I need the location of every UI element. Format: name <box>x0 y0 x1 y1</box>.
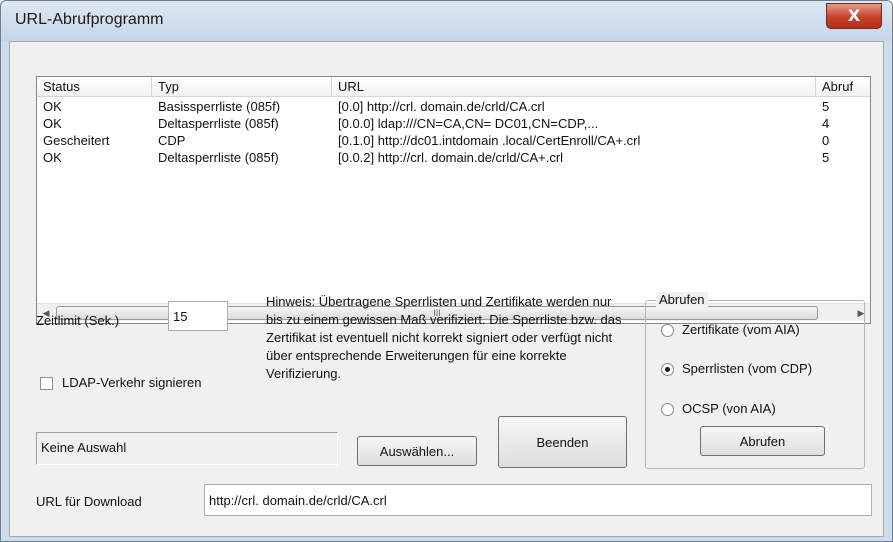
column-header-type[interactable]: Typ <box>152 77 332 97</box>
row-status: OK <box>43 150 62 165</box>
row-type: Deltasperrliste (085f) <box>158 116 279 131</box>
table-row[interactable]: OK Basissperrliste (085f) [0.0] http://c… <box>37 98 870 115</box>
radio-ocsp-aia[interactable] <box>661 403 674 416</box>
table-row[interactable]: OK Deltasperrliste (085f) [0.0.2] http:/… <box>37 149 870 166</box>
row-status: Gescheitert <box>43 133 110 148</box>
radio-crl-cdp[interactable] <box>661 363 674 376</box>
url-list[interactable]: Status Typ URL Abruf OK Basissperrliste … <box>36 76 871 324</box>
radio-certificates-aia-label[interactable]: Zertifikate (vom AIA) <box>682 322 800 337</box>
title-bar[interactable]: URL-Abrufprogramm X <box>1 1 892 41</box>
row-type: Deltasperrliste (085f) <box>158 150 279 165</box>
fetch-button[interactable]: Abrufen <box>700 426 825 456</box>
download-url-label: URL für Download <box>36 494 142 509</box>
timeout-label: Zeitlimit (Sek.) <box>36 313 120 328</box>
column-header-fetch[interactable]: Abruf <box>816 77 870 97</box>
radio-certificates-aia[interactable] <box>661 324 674 337</box>
select-button[interactable]: Auswählen... <box>357 436 477 466</box>
fetch-group-title: Abrufen <box>656 292 708 307</box>
selection-status-field: Keine Auswahl <box>36 432 338 465</box>
column-header-status[interactable]: Status <box>37 77 152 97</box>
quit-button[interactable]: Beenden <box>498 416 627 468</box>
selection-status-text: Keine Auswahl <box>41 440 127 455</box>
dialog-window: URL-Abrufprogramm X Status Typ URL Abruf… <box>0 0 893 542</box>
radio-crl-cdp-label[interactable]: Sperrlisten (vom CDP) <box>682 361 812 376</box>
hint-text: Hinweis: Übertragene Sperrlisten und Zer… <box>266 294 622 381</box>
column-header-url[interactable]: URL <box>332 77 816 97</box>
ldap-sign-label[interactable]: LDAP-Verkehr signieren <box>62 375 201 390</box>
timeout-input[interactable] <box>168 301 228 331</box>
radio-selected-indicator <box>665 367 670 372</box>
table-row[interactable]: OK Deltasperrliste (085f) [0.0.0] ldap:/… <box>37 115 870 132</box>
row-url: [0.0.0] ldap:///CN=CA,CN= DC01,CN=CDP,..… <box>338 116 599 131</box>
dialog-client-area: Status Typ URL Abruf OK Basissperrliste … <box>9 41 884 537</box>
row-fetch-count: 0 <box>822 133 830 148</box>
row-fetch-count: 4 <box>822 116 830 131</box>
row-type: CDP <box>158 133 186 148</box>
list-header: Status Typ URL Abruf <box>37 77 870 97</box>
row-status: OK <box>43 99 62 114</box>
download-url-input[interactable] <box>204 484 872 516</box>
row-fetch-count: 5 <box>822 99 830 114</box>
table-row[interactable]: Gescheitert CDP [0.1.0] http://dc01.intd… <box>37 132 870 149</box>
row-url: [0.0] http://crl. domain.de/crld/CA.crl <box>338 99 545 114</box>
window-title: URL-Abrufprogramm <box>15 11 164 28</box>
row-fetch-count: 5 <box>822 150 830 165</box>
row-type: Basissperrliste (085f) <box>158 99 281 114</box>
row-url: [0.1.0] http://dc01.intdomain .local/Cer… <box>338 133 641 148</box>
row-status: OK <box>43 116 62 131</box>
close-button[interactable]: X <box>826 3 882 29</box>
row-url: [0.0.2] http://crl. domain.de/crld/CA+.c… <box>338 150 564 165</box>
ldap-sign-checkbox[interactable] <box>40 377 53 390</box>
radio-ocsp-aia-label[interactable]: OCSP (von AIA) <box>682 401 776 416</box>
close-icon: X <box>847 6 861 25</box>
